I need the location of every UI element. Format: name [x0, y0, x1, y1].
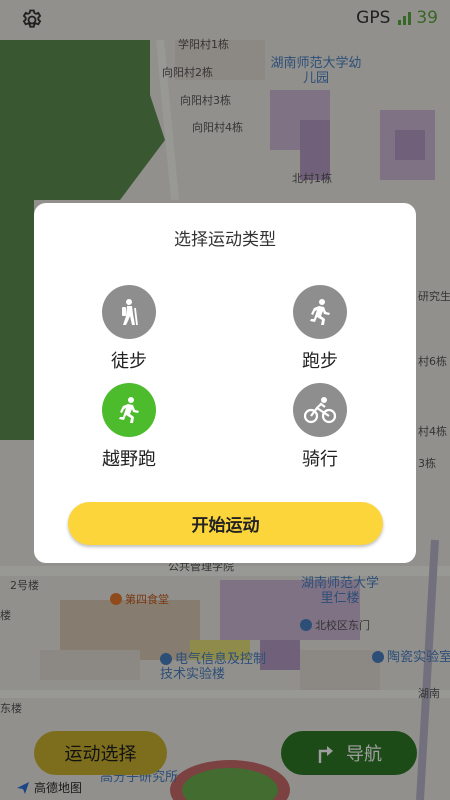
sport-option-circle — [102, 285, 156, 339]
start-exercise-button[interactable]: 开始运动 — [68, 502, 383, 545]
sport-option-circle — [293, 383, 347, 437]
sport-option-hiking[interactable]: 徒步 — [79, 285, 179, 373]
sport-option-trail-running[interactable]: 越野跑 — [79, 383, 179, 471]
sport-option-circle — [293, 285, 347, 339]
sport-option-label: 跑步 — [302, 351, 338, 372]
dialog-title: 选择运动类型 — [174, 230, 276, 250]
sport-option-circle — [102, 383, 156, 437]
sport-option-label: 骑行 — [302, 449, 338, 470]
cycling-icon — [303, 397, 337, 424]
hiking-icon — [122, 299, 138, 326]
sport-option-label: 越野跑 — [102, 449, 156, 470]
sport-option-label: 徒步 — [111, 351, 147, 372]
trail-running-icon — [119, 397, 139, 423]
sport-option-cycling[interactable]: 骑行 — [270, 383, 370, 471]
running-icon — [310, 299, 330, 325]
sport-type-dialog: 选择运动类型 徒步 跑步 越野跑 骑行 开始运动 — [34, 203, 416, 563]
sport-option-running[interactable]: 跑步 — [270, 285, 370, 373]
